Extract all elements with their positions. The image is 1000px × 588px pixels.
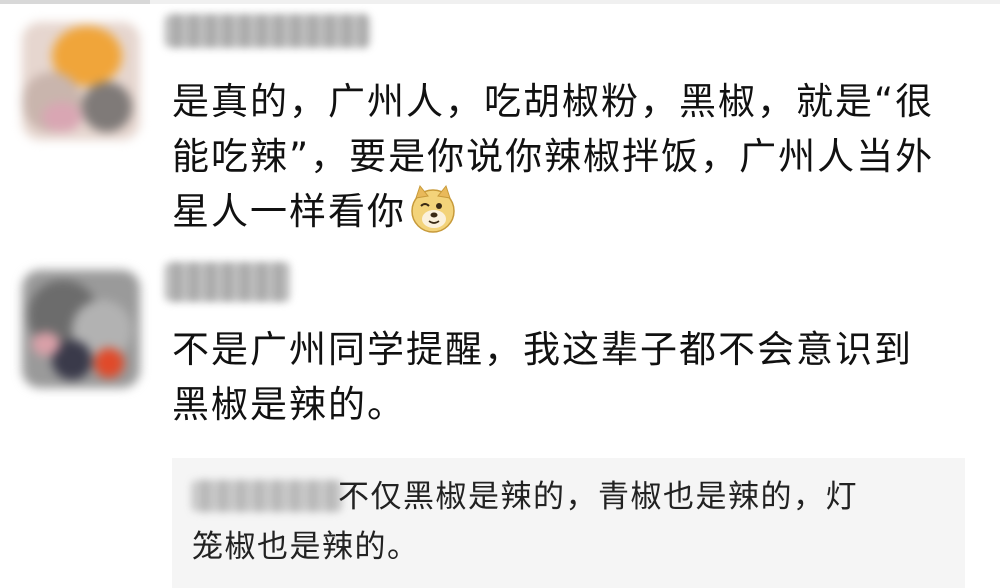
reply-line-text: 不仅黑椒是辣的，青椒也是辣的，灯 — [338, 479, 858, 515]
reply-text: 不仅黑椒是辣的，青椒也是辣的，灯 笼椒也是辣的。 — [192, 472, 858, 572]
reply-box[interactable]: 不仅黑椒是辣的，青椒也是辣的，灯 笼椒也是辣的。 — [172, 458, 965, 588]
reply-line: 不仅黑椒是辣的，青椒也是辣的，灯 — [192, 472, 858, 522]
avatar-blur-patch — [82, 82, 132, 132]
comment-line: 星人一样看你 — [172, 184, 934, 239]
top-divider-accent — [0, 0, 150, 4]
comment-line: 能吃辣”，要是你说你辣椒拌饭，广州人当外 — [172, 135, 935, 178]
avatar-blur-patch — [94, 348, 124, 378]
avatar[interactable] — [22, 22, 140, 140]
top-divider — [0, 0, 1000, 4]
reply-line: 笼椒也是辣的。 — [192, 529, 420, 565]
comment-text: 不是广州同学提醒，我这辈子都不会意识到 黑椒是辣的。 — [172, 322, 913, 432]
username-redacted[interactable] — [165, 262, 290, 302]
comment-line: 是真的，广州人，吃胡椒粉，黑椒，就是“很 — [172, 80, 935, 123]
avatar[interactable] — [22, 270, 140, 388]
doge-icon — [411, 184, 455, 233]
avatar-blur-patch — [42, 102, 82, 132]
username-redacted[interactable] — [165, 14, 370, 48]
comment-line: 不是广州同学提醒，我这辈子都不会意识到 — [172, 328, 913, 371]
avatar-blur-patch — [32, 332, 60, 356]
comment-text: 是真的，广州人，吃胡椒粉，黑椒，就是“很 能吃辣”，要是你说你辣椒拌饭，广州人当… — [172, 74, 934, 239]
comment-line-text: 星人一样看你 — [172, 190, 406, 233]
comment-line: 黑椒是辣的。 — [172, 383, 406, 426]
